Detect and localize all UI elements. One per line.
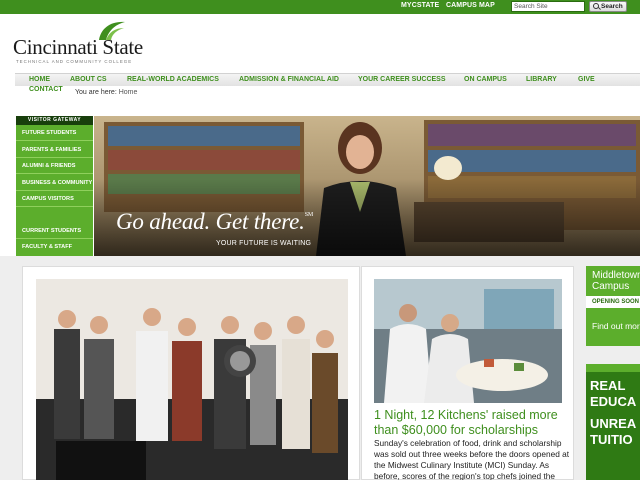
hero-headline: Go ahead. Get there.SM — [116, 209, 313, 235]
gateway-current-students[interactable]: CURRENT STUDENTS — [16, 224, 93, 239]
logo-wordmark[interactable]: Cincinnati State — [13, 35, 143, 60]
middletown-title: Middletown Campus — [592, 270, 640, 292]
award-group-image — [36, 279, 348, 480]
service-mark: SM — [304, 212, 313, 218]
culinary-event-image — [374, 279, 562, 403]
news-headline[interactable]: 1 Night, 12 Kitchens' raised more than $… — [374, 408, 574, 438]
breadcrumb-current[interactable]: Home — [119, 89, 138, 96]
gateway-faculty[interactable]: FACULTY & STAFF — [16, 240, 93, 255]
real-education-promo[interactable]: REAL EDUCA UNREA TUITIO — [586, 364, 640, 480]
hero-banner[interactable] — [94, 116, 640, 256]
search-input[interactable]: Search Site — [511, 1, 585, 12]
breadcrumb: You are here: Home — [75, 89, 137, 96]
promo-line-1: REAL — [590, 378, 626, 393]
nav-academics[interactable]: REAL-WORLD ACADEMICS — [127, 76, 219, 83]
mycstate-link[interactable]: MYCSTATE — [401, 2, 439, 9]
promo-line-2: EDUCA — [590, 394, 637, 409]
gateway-heading: VISITOR GATEWAY — [16, 116, 93, 125]
promo-line-4: TUITIO — [590, 432, 633, 447]
gateway-business[interactable]: BUSINESS & COMMUNITY — [16, 176, 93, 191]
middletown-opening: OPENING SOON — [586, 296, 640, 308]
search-button-label: Search — [601, 3, 623, 10]
search-button[interactable]: Search — [589, 1, 627, 12]
gateway-parents[interactable]: PARENTS & FAMILIES — [16, 143, 93, 158]
gateway-future-students[interactable]: FUTURE STUDENTS — [16, 126, 93, 141]
middletown-link[interactable]: Find out more — [592, 321, 640, 331]
gateway-campus-visitors[interactable]: CAMPUS VISITORS — [16, 192, 93, 207]
search-icon — [593, 3, 599, 9]
hero-headline-text: Go ahead. Get there. — [116, 209, 305, 234]
breadcrumb-prefix: You are here: — [75, 89, 117, 96]
middletown-promo[interactable]: Middletown Campus OPENING SOON Find out … — [586, 266, 640, 346]
nav-admission[interactable]: ADMISSION & FINANCIAL AID — [239, 76, 339, 83]
nav-home[interactable]: HOME — [29, 76, 50, 83]
news-body: Sunday's celebration of food, drink and … — [374, 438, 570, 480]
award-group-photo[interactable] — [36, 279, 348, 480]
nav-about[interactable]: ABOUT CS — [70, 76, 107, 83]
campus-map-link[interactable]: CAMPUS MAP — [446, 2, 495, 9]
promo-line-3: UNREA — [590, 416, 637, 431]
hero-subline: YOUR FUTURE IS WAITING — [216, 240, 312, 247]
hero-image — [94, 116, 640, 256]
gateway-alumni[interactable]: ALUMNI & FRIENDS — [16, 159, 93, 174]
culinary-event-photo[interactable] — [374, 279, 562, 403]
real-education-panel: REAL EDUCA UNREA TUITIO — [586, 372, 640, 480]
nav-library[interactable]: LIBRARY — [526, 76, 557, 83]
nav-campus[interactable]: ON CAMPUS — [464, 76, 507, 83]
logo-tagline: TECHNICAL AND COMMUNITY COLLEGE — [16, 59, 133, 64]
nav-contact[interactable]: CONTACT — [29, 86, 63, 93]
visitor-gateway: VISITOR GATEWAY FUTURE STUDENTS PARENTS … — [16, 116, 93, 256]
nav-career[interactable]: YOUR CAREER SUCCESS — [358, 76, 446, 83]
nav-give[interactable]: GIVE — [578, 76, 595, 83]
